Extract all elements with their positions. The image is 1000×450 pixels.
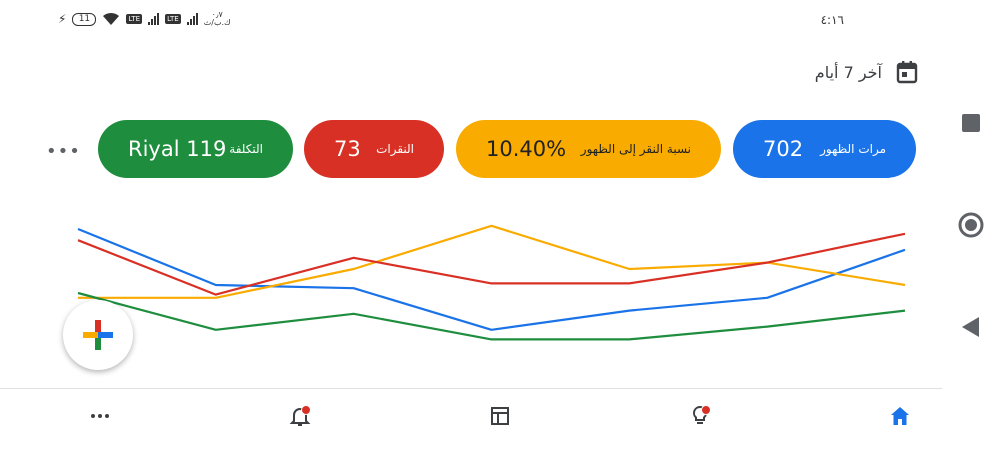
status-time: ٤:١٦	[820, 13, 844, 27]
create-fab-button[interactable]	[63, 300, 133, 370]
home-icon	[891, 407, 909, 425]
metric-clicks[interactable]: النقرات 73	[304, 120, 444, 178]
back-triangle-icon	[962, 317, 979, 337]
metric-value: Riyal 119	[128, 137, 227, 161]
metric-value: 73	[334, 137, 361, 161]
notification-badge	[701, 405, 711, 415]
metric-value: 702	[763, 137, 804, 161]
lte-badge: LTE	[126, 14, 143, 24]
nav-more[interactable]	[88, 404, 112, 428]
more-horiz-icon	[91, 414, 109, 418]
nav-notifications[interactable]	[288, 404, 312, 428]
date-range-label: آخر 7 أيام	[814, 62, 882, 82]
plus-icon	[83, 320, 113, 350]
table-icon	[491, 407, 509, 425]
metric-label: مرات الظهور	[820, 142, 886, 156]
status-bar: ⚡ 11 LTE LTE ٠٫٧ ك.ب/ث ٤:١٦	[0, 0, 940, 40]
date-range-selector[interactable]: آخر 7 أيام	[815, 60, 918, 84]
wifi-icon	[103, 12, 120, 25]
metric-value: 10.40%	[486, 137, 567, 161]
metric-impressions[interactable]: مرات الظهور 702	[733, 120, 916, 178]
series-line-3	[77, 291, 906, 341]
back-system-button[interactable]	[954, 310, 988, 344]
metric-label: نسبة النقر إلى الظهور	[580, 142, 691, 156]
metric-ctr[interactable]: نسبة النقر إلى الظهور 10.40%	[456, 120, 721, 178]
nav-campaigns[interactable]	[488, 404, 512, 428]
metric-label: النقرات	[376, 142, 414, 156]
home-system-button[interactable]	[954, 208, 988, 242]
notification-badge	[301, 405, 311, 415]
series-line-0	[77, 227, 906, 331]
performance-line-chart	[77, 224, 906, 341]
battery-icon: 11	[72, 12, 97, 26]
calendar-icon	[896, 61, 918, 84]
lte-badge-2: LTE	[165, 14, 181, 24]
nav-recommendations[interactable]	[688, 404, 712, 428]
more-metrics-icon[interactable]: •••	[46, 141, 81, 162]
bottom-nav-divider	[0, 388, 942, 389]
data-speed: ٠٫٧ ك.ب/ث	[203, 10, 231, 27]
nav-home[interactable]	[888, 404, 912, 428]
signal-icon-2	[186, 13, 198, 25]
charging-icon: ⚡	[58, 12, 67, 26]
square-icon	[962, 114, 980, 132]
circle-icon	[958, 212, 984, 238]
metric-cost[interactable]: التكلفة Riyal 119	[98, 120, 293, 178]
series-line-1	[78, 224, 906, 299]
recent-apps-button[interactable]	[954, 106, 988, 140]
status-icons: ⚡ 11 LTE LTE ٠٫٧ ك.ب/ث	[58, 11, 231, 27]
signal-icon	[148, 13, 160, 25]
metric-label: التكلفة	[229, 142, 263, 156]
